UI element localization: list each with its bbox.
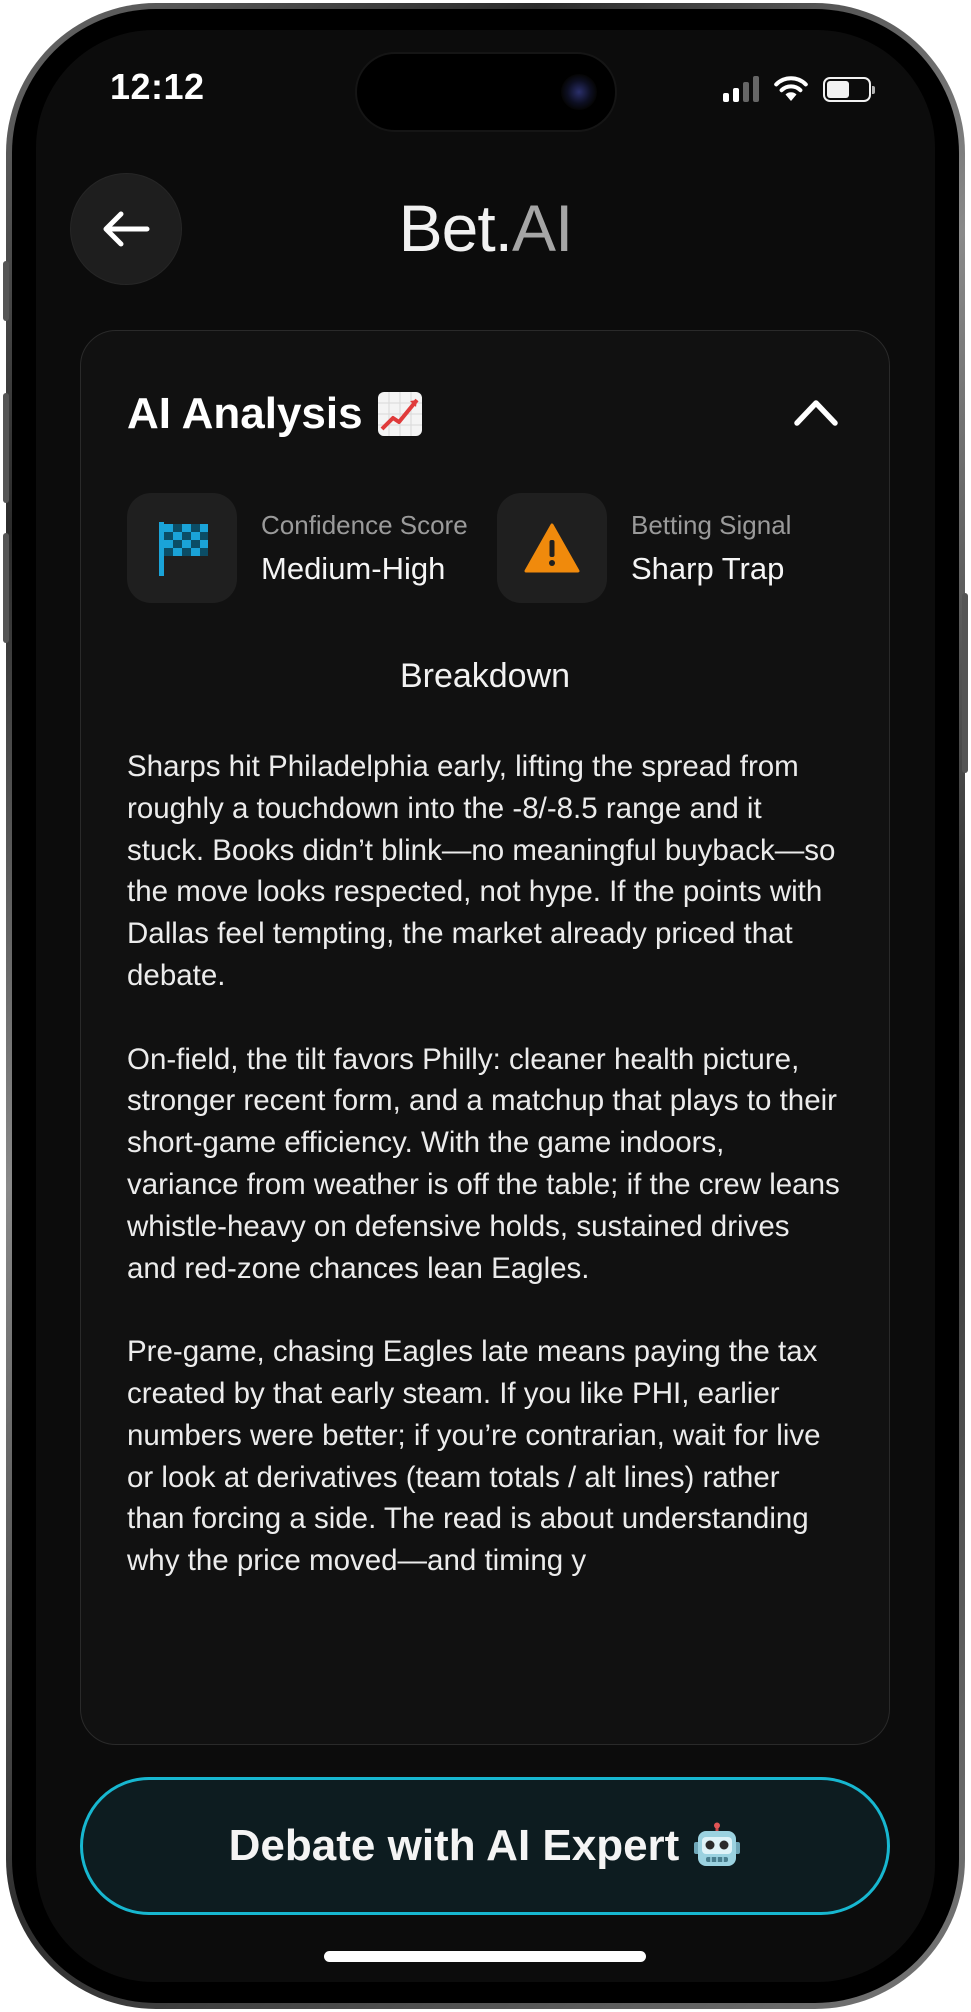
ai-analysis-card: AI Analysis Confidence Score Medium-High… — [80, 330, 890, 1745]
breakdown-paragraph: On-field, the tilt favors Philly: cleane… — [127, 1042, 840, 1285]
status-icons — [723, 72, 875, 102]
home-indicator[interactable] — [324, 1951, 646, 1962]
confidence-label: Confidence Score — [261, 509, 468, 540]
dynamic-island — [355, 52, 617, 132]
confidence-icon-tile — [127, 493, 237, 603]
status-time: 12:12 — [110, 66, 205, 107]
app-title-accent: AI — [512, 191, 573, 265]
signal-icon-tile — [497, 493, 607, 603]
app-screen: 12:12 Bet.AI AI Analysis Confidence Scor… — [36, 30, 935, 1982]
confidence-value: Medium-High — [261, 550, 446, 586]
robot-icon — [694, 1822, 741, 1866]
checkered-flag-icon — [159, 522, 208, 576]
warning-icon — [524, 523, 580, 573]
debate-ai-expert-button[interactable]: Debate with AI Expert — [80, 1777, 890, 1915]
debate-button-label: Debate with AI Expert — [228, 1821, 680, 1870]
chart-increasing-icon — [377, 392, 422, 436]
battery-icon — [823, 77, 875, 102]
signal-label: Betting Signal — [631, 509, 792, 540]
cellular-signal-icon — [723, 76, 759, 102]
chevron-up-icon[interactable] — [791, 391, 841, 431]
silent-switch — [3, 261, 9, 321]
breakdown-text[interactable]: Sharps hit Philadelphia early, lifting t… — [127, 746, 841, 1626]
card-title: AI Analysis — [127, 389, 423, 439]
confidence-score-stat: Confidence Score Medium-High — [127, 493, 468, 603]
power-button — [962, 593, 968, 773]
breakdown-paragraph: Pre-game, chasing Eagles late means payi… — [127, 1335, 821, 1578]
wifi-icon — [774, 76, 808, 101]
front-camera-icon — [561, 74, 597, 110]
betting-signal-stat: Betting Signal Sharp Trap — [497, 493, 791, 603]
signal-value: Sharp Trap — [631, 550, 785, 586]
card-title-label: AI Analysis — [127, 389, 363, 438]
volume-down-button — [3, 533, 9, 643]
breakdown-paragraph: Sharps hit Philadelphia early, lifting t… — [127, 750, 836, 992]
breakdown-heading: Breakdown — [399, 657, 571, 695]
volume-up-button — [3, 393, 9, 503]
app-title-main: Bet. — [398, 191, 513, 265]
app-title: Bet.AI — [36, 190, 935, 266]
